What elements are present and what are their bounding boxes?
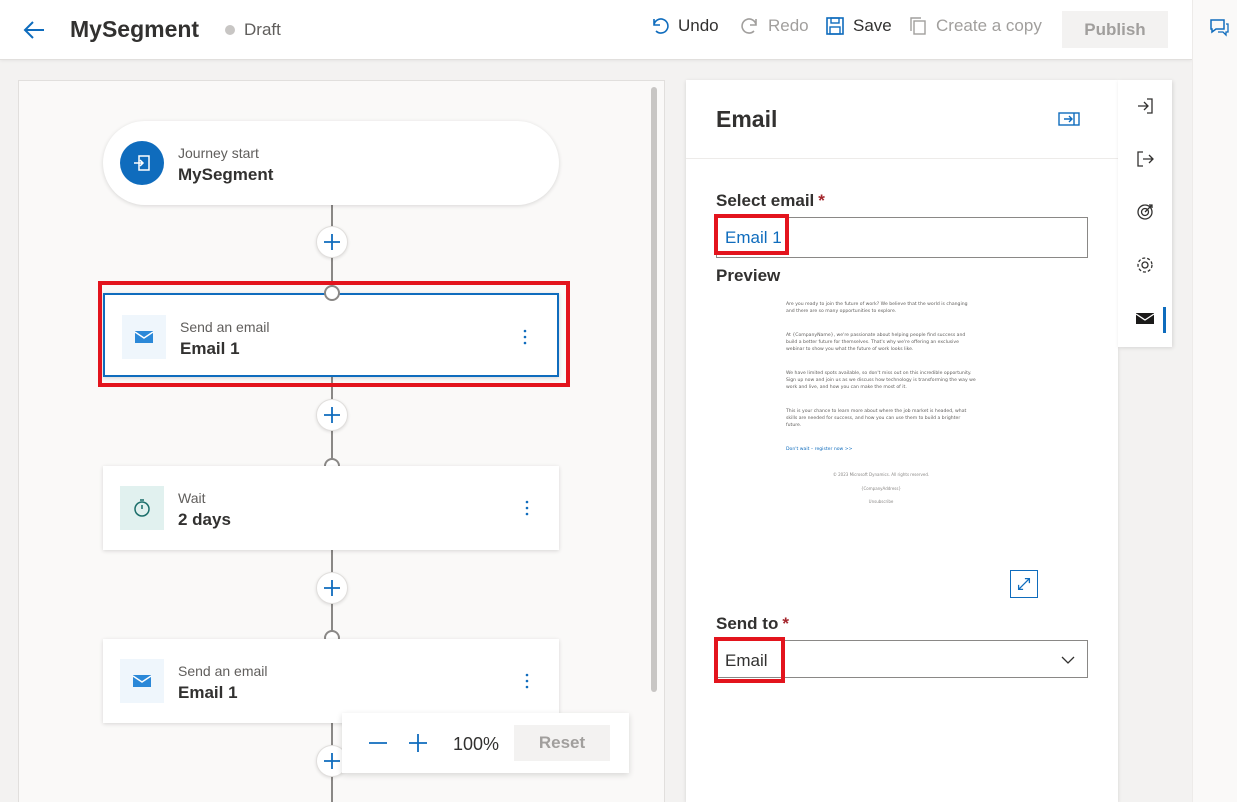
zoom-control: 100% Reset <box>342 713 629 773</box>
status-dot <box>225 25 235 35</box>
undo-label: Undo <box>678 16 719 35</box>
goal-icon[interactable] <box>1135 202 1155 222</box>
back-arrow-icon[interactable] <box>20 16 48 44</box>
settings-icon[interactable] <box>1135 255 1155 275</box>
redo-button[interactable]: Redo <box>740 16 809 36</box>
exit-icon[interactable] <box>1135 149 1155 169</box>
canvas-scrollbar[interactable] <box>651 87 657 692</box>
select-email-label: Select email * <box>716 191 825 210</box>
reset-zoom-button[interactable]: Reset <box>514 725 610 761</box>
plus-icon <box>324 580 340 596</box>
chevron-down-icon[interactable] <box>1060 652 1076 668</box>
journey-start-label: Journey start <box>178 145 259 161</box>
journey-start-tile[interactable]: Journey start MySegment <box>103 121 559 205</box>
plus-icon <box>324 753 340 769</box>
journey-start-icon <box>120 141 164 185</box>
mail-icon[interactable] <box>1135 308 1155 328</box>
email-preview: Are you ready to join the future of work… <box>786 302 976 522</box>
save-button[interactable]: Save <box>825 16 892 36</box>
plus-icon <box>324 234 340 250</box>
copy-icon <box>910 17 926 35</box>
top-bar: MySegment Draft Undo Redo Save Create a … <box>0 0 1192 60</box>
tile-value: Email 1 <box>178 683 238 702</box>
highlight-box <box>714 214 789 255</box>
tile-label: Send an email <box>178 663 268 679</box>
right-strip <box>1192 0 1237 802</box>
enter-icon[interactable] <box>1135 96 1155 116</box>
highlight-box <box>98 281 570 387</box>
publish-button[interactable]: Publish <box>1062 11 1168 48</box>
tile-value: 2 days <box>178 510 231 529</box>
save-icon <box>826 17 844 35</box>
zoom-in-icon[interactable] <box>406 731 430 755</box>
panel-title: Email <box>716 106 778 132</box>
panel-divider <box>686 158 1118 159</box>
preview-paragraph: Don't wait – register now >> <box>786 447 853 453</box>
highlight-box <box>714 637 785 683</box>
zoom-out-icon[interactable] <box>366 731 390 755</box>
redo-label: Redo <box>768 16 809 35</box>
more-options-icon[interactable] <box>519 667 535 695</box>
active-indicator <box>1163 307 1166 333</box>
feedback-icon[interactable] <box>1208 16 1230 38</box>
properties-panel: Email Select email * Email 1 Preview Are … <box>686 80 1118 802</box>
tile-label: Wait <box>178 490 206 506</box>
preview-paragraph: At {CompanyName}, we're passionate about… <box>786 333 966 352</box>
preview-paragraph: This is your chance to learn more about … <box>786 409 967 428</box>
preview-footer: {CompanyAddress} <box>860 485 902 491</box>
save-label: Save <box>853 16 892 35</box>
mail-icon <box>120 659 164 703</box>
redo-icon <box>741 18 757 34</box>
create-copy-label: Create a copy <box>936 16 1042 35</box>
undo-icon <box>653 18 669 34</box>
send-to-label: Send to * <box>716 614 789 633</box>
preview-paragraph: Are you ready to join the future of work… <box>786 302 968 314</box>
preview-paragraph: We have limited spots available, so don'… <box>786 371 976 390</box>
status-text: Draft <box>244 20 281 39</box>
preview-label: Preview <box>716 266 781 285</box>
collapse-panel-icon[interactable] <box>1058 110 1080 128</box>
undo-button[interactable]: Undo <box>650 16 719 36</box>
zoom-level: 100% <box>453 734 500 754</box>
add-step-button[interactable] <box>316 572 348 604</box>
timer-icon <box>120 486 164 530</box>
add-step-button[interactable] <box>316 399 348 431</box>
create-copy-button[interactable]: Create a copy <box>908 16 1042 36</box>
side-rail <box>1118 80 1172 347</box>
plus-icon <box>324 407 340 423</box>
journey-start-value: MySegment <box>178 165 274 184</box>
more-options-icon[interactable] <box>519 494 535 522</box>
wait-tile[interactable]: Wait 2 days <box>103 466 559 550</box>
preview-footer: © 2023 Microsoft Dynamics. All rights re… <box>832 471 930 477</box>
add-step-button[interactable] <box>316 226 348 258</box>
page-title: MySegment <box>70 16 200 42</box>
expand-icon <box>1017 577 1031 591</box>
expand-preview-button[interactable] <box>1010 570 1038 598</box>
preview-footer: Unsubscribe <box>868 499 894 505</box>
journey-canvas[interactable]: Journey start MySegment Send an email Em… <box>18 80 665 802</box>
send-email-tile[interactable]: Send an email Email 1 <box>103 639 559 723</box>
